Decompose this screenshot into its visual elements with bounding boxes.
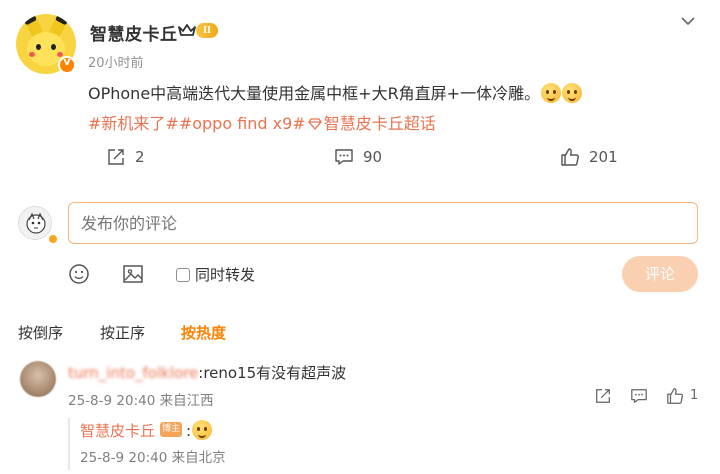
grin-emoji-icon [562, 83, 583, 103]
comment-icon [335, 149, 353, 165]
repost-count: 2 [135, 148, 145, 166]
image-icon[interactable] [122, 263, 144, 285]
level-badge: II [196, 23, 218, 38]
reply-divider [68, 418, 70, 470]
sort-newest-tab[interactable]: 按正序 [100, 322, 145, 343]
share-icon [108, 149, 124, 165]
grin-emoji-icon [541, 83, 562, 103]
emoji-icon[interactable] [68, 263, 90, 285]
comment-text: :reno15有没有超声波 [198, 364, 347, 382]
reply-time: 25-8-9 20:40 [80, 450, 168, 466]
share-icon[interactable] [594, 387, 612, 405]
like-button[interactable]: 201 [560, 146, 618, 168]
thumbs-up-icon [561, 148, 579, 166]
comment-location: 来自江西 [159, 393, 214, 409]
comment-meta: 25-8-9 20:40 来自江西 [68, 389, 214, 409]
like-count: 201 [589, 148, 618, 166]
comment-input[interactable] [68, 202, 698, 244]
repost-label: 同时转发 [195, 266, 256, 284]
repost-checkbox[interactable] [176, 267, 190, 282]
diamond-icon [308, 118, 322, 130]
sort-oldest-tab[interactable]: 按倒序 [18, 322, 63, 343]
level-dot-icon [47, 233, 59, 245]
commenter-name[interactable]: turn_into_folklore [68, 364, 198, 382]
reply-author[interactable]: 智慧皮卡丘 [80, 420, 155, 441]
repost-button[interactable]: 2 [106, 146, 145, 168]
submit-comment-button[interactable]: 评论 [622, 256, 698, 292]
author-name[interactable]: 智慧皮卡丘 [90, 20, 178, 45]
crown-icon [178, 24, 196, 36]
reply-icon[interactable] [630, 387, 648, 405]
comment-button[interactable]: 90 [334, 146, 382, 168]
verified-badge-icon [58, 55, 76, 74]
cartoon-avatar-icon [26, 212, 46, 234]
post-text: OPhone中高端迭代大量使用金属中框+大R角直屏+一体冷雕。 [88, 80, 583, 104]
reply-location: 来自北京 [171, 450, 226, 466]
author-badge: 博主 [160, 422, 182, 437]
comment-time: 25-8-9 20:40 [68, 393, 156, 409]
reply-text: : [186, 420, 213, 440]
post-body: OPhone中高端迭代大量使用金属中框+大R角直屏+一体冷雕。 [88, 84, 541, 103]
my-avatar [18, 206, 59, 245]
post-tags: #新机来了##oppo find x9# 智慧皮卡丘超话 [88, 110, 436, 134]
reply-body: : [186, 422, 192, 440]
comment-count: 90 [363, 148, 383, 166]
thumbs-up-icon[interactable] [666, 387, 684, 405]
topic-tags-link[interactable]: #新机来了##oppo find x9# [88, 114, 306, 133]
repost-toggle[interactable]: 同时转发 [176, 264, 255, 285]
super-topic-link[interactable]: 智慧皮卡丘超话 [324, 114, 436, 133]
commenter-avatar[interactable] [20, 361, 56, 397]
grin-emoji-icon [192, 420, 213, 440]
comment-line: turn_into_folklore:reno15有没有超声波 [68, 362, 346, 383]
chevron-down-icon[interactable] [680, 14, 696, 28]
comment-like-count: 1 [690, 388, 699, 403]
post-time[interactable]: 20小时前 [88, 52, 144, 71]
reply-meta: 25-8-9 20:40 来自北京 [80, 446, 226, 466]
sort-hot-tab[interactable]: 按热度 [181, 322, 226, 343]
